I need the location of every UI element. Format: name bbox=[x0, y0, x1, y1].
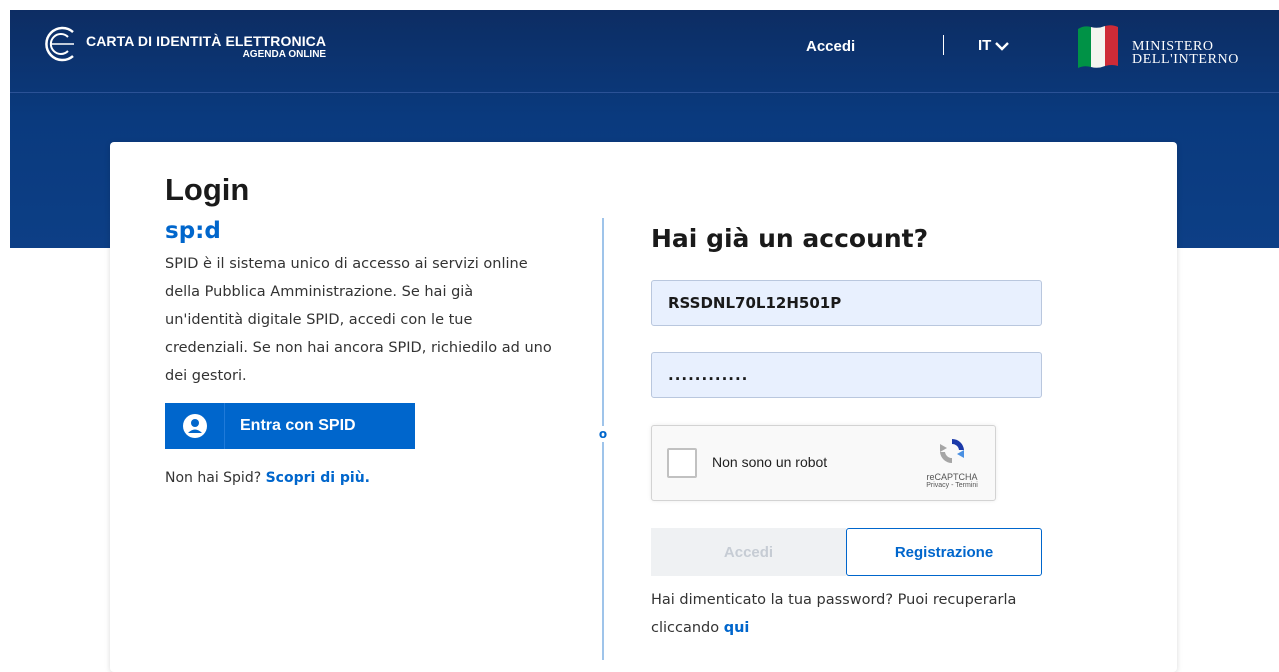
recover-password-link[interactable]: qui bbox=[724, 620, 750, 636]
language-selector[interactable]: IT bbox=[978, 37, 1010, 54]
recaptcha-brand-name: reCAPTCHA bbox=[926, 472, 978, 482]
brand-subtitle: AGENDA ONLINE bbox=[242, 49, 327, 60]
language-label: IT bbox=[978, 37, 992, 54]
forgot-password-text: Hai dimenticato la tua password? Puoi re… bbox=[651, 586, 1051, 642]
no-spid-text: Non hai Spid? Scopri di più. bbox=[165, 470, 370, 486]
page-title: Login bbox=[165, 172, 250, 207]
nav-separator bbox=[943, 35, 944, 55]
spid-description: SPID è il sistema unico di accesso ai se… bbox=[165, 256, 552, 384]
chevron-down-icon bbox=[995, 41, 1010, 51]
login-button[interactable]: Accedi bbox=[651, 528, 846, 576]
spid-button-label: Entra con SPID bbox=[240, 417, 356, 434]
recaptcha-icon bbox=[940, 438, 964, 464]
ministry-name: MINISTERO DELL'INTERNO bbox=[1132, 40, 1239, 67]
cie-logo-icon bbox=[45, 26, 74, 62]
recaptcha-links[interactable]: Privacy - Termini bbox=[912, 482, 992, 489]
register-button[interactable]: Registrazione bbox=[846, 528, 1042, 576]
recaptcha-checkbox[interactable] bbox=[667, 448, 697, 478]
ministry-line-2: DELL'INTERNO bbox=[1132, 52, 1239, 67]
recaptcha-brand: reCAPTCHA Privacy - Termini bbox=[912, 436, 992, 489]
brand-text: CARTA DI IDENTITÀ ELETTRONICA AGENDA ONL… bbox=[86, 33, 326, 60]
discover-more-link[interactable]: Scopri di più. bbox=[266, 470, 370, 486]
username-input[interactable] bbox=[651, 280, 1042, 326]
italian-flag-icon bbox=[1078, 25, 1118, 68]
brand[interactable]: CARTA DI IDENTITÀ ELETTRONICA AGENDA ONL… bbox=[40, 24, 326, 64]
password-input[interactable] bbox=[651, 352, 1042, 398]
recaptcha-widget: Non sono un robot reCAPTCHA Privacy - Te… bbox=[651, 425, 996, 501]
no-spid-label: Non hai Spid? bbox=[165, 470, 262, 486]
brand-title: CARTA DI IDENTITÀ ELETTRONICA bbox=[86, 33, 327, 49]
spid-login-button[interactable]: Entra con SPID bbox=[165, 403, 415, 449]
login-card: Login sp:d SPID è il sistema unico di ac… bbox=[110, 142, 1177, 672]
divider-label: o bbox=[598, 426, 608, 442]
forgot-password-label: Hai dimenticato la tua password? Puoi re… bbox=[651, 592, 1017, 636]
header-divider bbox=[10, 92, 1279, 93]
account-title: Hai già un account? bbox=[651, 224, 929, 253]
recaptcha-label: Non sono un robot bbox=[712, 454, 828, 470]
nav-login-link[interactable]: Accedi bbox=[806, 38, 855, 55]
spid-logo: sp:d bbox=[165, 218, 221, 244]
user-icon bbox=[165, 403, 225, 449]
